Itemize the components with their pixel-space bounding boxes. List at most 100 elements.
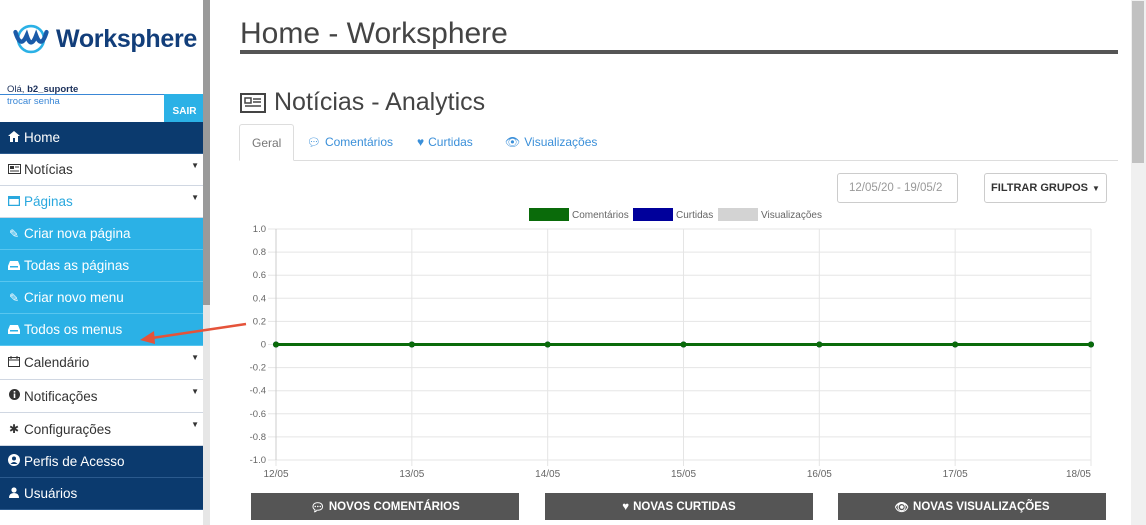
data-point xyxy=(408,341,415,348)
sidebar-item-label: Todas as páginas xyxy=(24,258,130,273)
heart-icon: ♥ xyxy=(622,500,630,513)
filter-groups-button[interactable]: FILTRAR GRUPOS ▼ xyxy=(984,173,1107,203)
gear-icon: ✱ xyxy=(8,422,20,436)
y-tick-label: -0.8 xyxy=(250,432,266,443)
page-title: Home - Worksphere xyxy=(240,17,508,50)
y-tick-label: 0.8 xyxy=(253,247,266,258)
sidebar: Worksphere Olá, b2_suporte trocar senha … xyxy=(0,0,205,525)
sidebar-item-label: Criar nova página xyxy=(24,226,131,241)
novas-curtidas-button[interactable]: ♥ NOVAS CURTIDAS xyxy=(545,493,813,520)
y-tick-label: 1.0 xyxy=(253,224,266,235)
sidebar-item-label: Home xyxy=(24,130,61,145)
x-tick-label: 14/05 xyxy=(535,469,560,480)
date-range-input[interactable]: 12/05/20 - 19/05/2 xyxy=(837,173,958,203)
comment-icon: 💬︎ xyxy=(310,501,325,514)
user-panel: Olá, b2_suporte trocar senha SAIR xyxy=(0,82,205,122)
tab-curtidas[interactable]: ♥ Curtidas xyxy=(405,124,485,160)
x-tick-label: 13/05 xyxy=(399,469,424,480)
sidebar-item-noticias[interactable]: Notícias ▼ xyxy=(0,154,205,186)
tab-bar: Geral 💬︎ Comentários ♥ Curtidas 👁︎ Visua… xyxy=(239,124,1118,161)
section-title: Notícias - Analytics xyxy=(274,88,486,116)
legend-label: Curtidas xyxy=(676,210,713,221)
button-label: NOVOS COMENTÁRIOS xyxy=(328,500,460,513)
sidebar-menu: Home Notícias ▼ Páginas ▼ ✎ Criar nova p… xyxy=(0,122,205,510)
sidebar-item-label: Páginas xyxy=(24,194,73,209)
sidebar-item-configuracoes[interactable]: ✱ Configurações ▼ xyxy=(0,413,205,446)
newspaper-icon xyxy=(7,163,21,177)
sidebar-item-criar-nova-pagina[interactable]: ✎ Criar nova página xyxy=(0,218,205,250)
caret-down-icon: ▼ xyxy=(191,420,199,429)
sidebar-item-criar-novo-menu[interactable]: ✎ Criar novo menu xyxy=(0,282,205,314)
button-label: NOVAS VISUALIZAÇÕES xyxy=(913,500,1050,513)
tab-label: Curtidas xyxy=(428,135,473,149)
calendar-icon xyxy=(7,355,21,370)
sidebar-item-home[interactable]: Home xyxy=(0,122,205,154)
sidebar-item-todas-as-paginas[interactable]: Todas as páginas xyxy=(0,250,205,282)
sidebar-item-usuarios[interactable]: Usuários xyxy=(0,478,205,510)
eye-icon: 👁︎ xyxy=(894,501,910,514)
tab-visualizacoes[interactable]: 👁︎ Visualizações xyxy=(493,124,609,160)
caret-down-icon: ▼ xyxy=(191,353,199,362)
data-point xyxy=(1088,341,1094,348)
title-divider xyxy=(240,50,1118,54)
caret-down-icon: ▼ xyxy=(191,193,199,202)
tab-label: Comentários xyxy=(324,135,393,149)
home-icon xyxy=(7,130,21,145)
user-divider xyxy=(0,94,165,95)
tab-comentarios[interactable]: 💬︎ Comentários xyxy=(295,124,405,160)
sidebar-item-label: Configurações xyxy=(24,421,112,437)
logo[interactable]: Worksphere xyxy=(12,18,197,60)
sidebar-item-label: Notificações xyxy=(24,388,98,404)
sidebar-item-notificacoes[interactable]: Notificações ▼ xyxy=(0,380,205,413)
tab-label: Geral xyxy=(252,135,282,150)
y-tick-label: 0 xyxy=(261,340,266,351)
logout-button[interactable]: SAIR xyxy=(164,94,205,122)
main-scrollbar-thumb[interactable] xyxy=(1132,1,1144,163)
change-password-link[interactable]: trocar senha xyxy=(7,96,60,107)
sidebar-item-label: Criar novo menu xyxy=(24,290,124,305)
legend-label: Comentários xyxy=(572,210,629,221)
tab-label: Visualizações xyxy=(524,135,598,149)
heart-icon: ♥ xyxy=(417,135,425,149)
y-tick-label: 0.2 xyxy=(253,316,266,327)
comment-icon: 💬︎ xyxy=(307,136,321,149)
y-tick-label: 0.6 xyxy=(253,270,266,281)
sidebar-item-paginas[interactable]: Páginas ▼ xyxy=(0,186,205,218)
x-tick-label: 15/05 xyxy=(671,469,696,480)
x-tick-label: 12/05 xyxy=(263,469,288,480)
sidebar-scrollbar-thumb[interactable] xyxy=(203,0,210,305)
legend-swatch xyxy=(529,208,569,221)
sidebar-item-perfis-de-acesso[interactable]: Perfis de Acesso xyxy=(0,446,205,478)
user-icon xyxy=(7,486,21,501)
legend-swatch xyxy=(718,208,758,221)
y-tick-label: -0.6 xyxy=(250,409,266,420)
window-icon xyxy=(7,195,21,209)
tab-geral[interactable]: Geral xyxy=(239,124,295,161)
y-tick-label: 0.4 xyxy=(253,293,266,304)
info-icon xyxy=(7,389,21,403)
inbox-icon xyxy=(7,259,21,273)
sidebar-item-label: Perfis de Acesso xyxy=(24,454,125,469)
data-point xyxy=(816,341,823,348)
button-label: NOVAS CURTIDAS xyxy=(633,500,736,513)
pencil-icon: ✎ xyxy=(8,290,20,305)
sidebar-item-label: Calendário xyxy=(24,355,90,370)
legend-swatch xyxy=(633,208,673,221)
sidebar-item-calendario[interactable]: Calendário ▼ xyxy=(0,346,205,380)
y-tick-label: -1.0 xyxy=(250,455,266,466)
worksphere-logo-icon xyxy=(13,24,49,54)
eye-icon: 👁︎ xyxy=(505,135,521,149)
data-point xyxy=(680,341,687,348)
y-tick-label: -0.4 xyxy=(250,386,266,397)
x-tick-label: 16/05 xyxy=(807,469,832,480)
novos-comentarios-button[interactable]: 💬︎ NOVOS COMENTÁRIOS xyxy=(251,493,519,520)
caret-down-icon: ▼ xyxy=(1092,183,1100,193)
inbox-icon xyxy=(7,323,21,337)
x-tick-label: 18/05 xyxy=(1066,469,1091,480)
sidebar-item-label: Todos os menus xyxy=(24,322,123,337)
novas-visualizacoes-button[interactable]: 👁︎ NOVAS VISUALIZAÇÕES xyxy=(838,493,1106,520)
analytics-chart: Comentários Curtidas Visualizações 1.0 0.8 0.… xyxy=(250,208,1094,480)
data-point xyxy=(273,341,279,348)
sidebar-item-label: Usuários xyxy=(24,486,78,501)
caret-down-icon: ▼ xyxy=(191,387,199,396)
